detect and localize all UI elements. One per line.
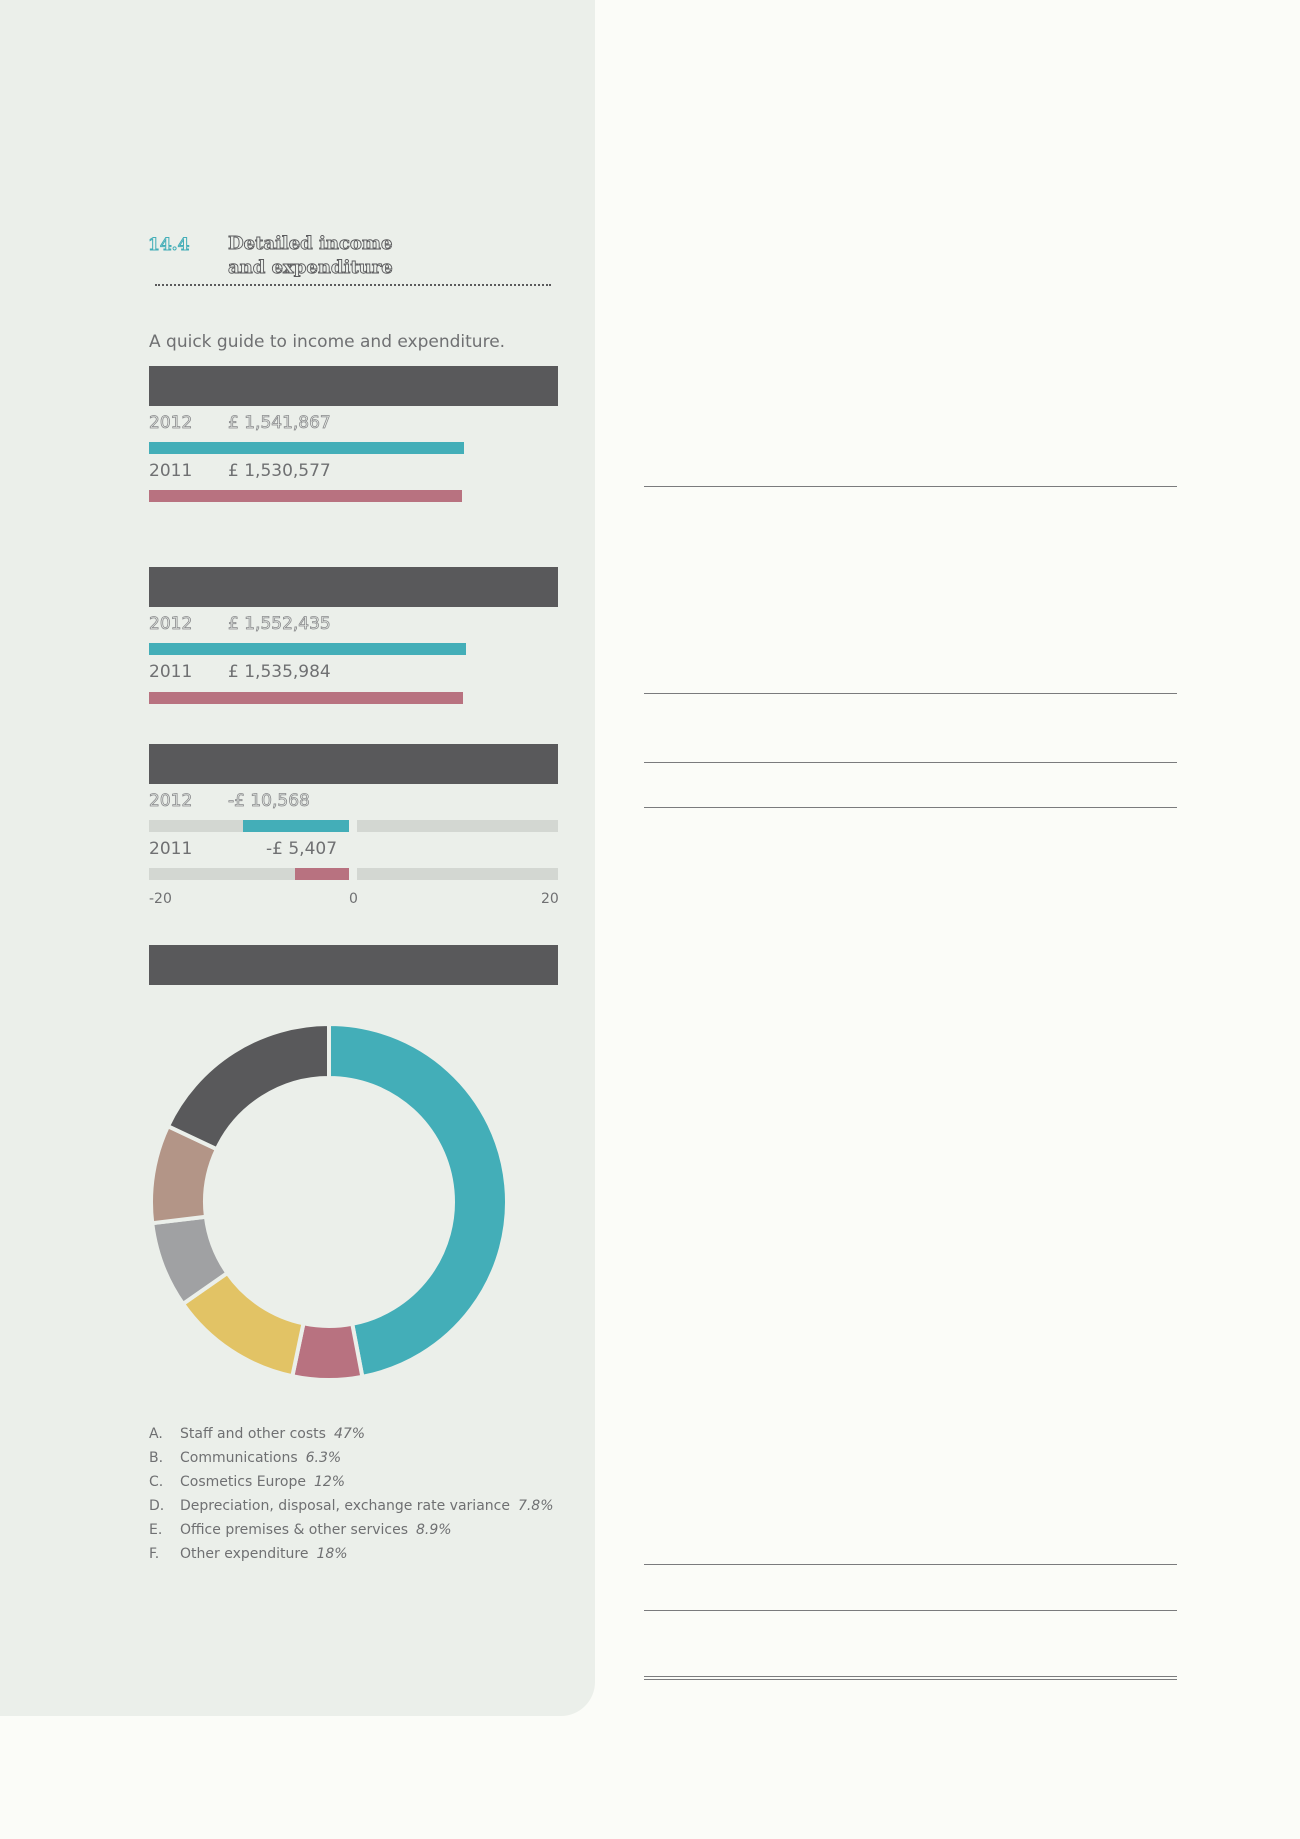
chart2-year-2011: 2011 bbox=[149, 662, 193, 682]
legend-percent: 8.9% bbox=[416, 1522, 452, 1538]
chart3-value-2011: -£ 5,407 bbox=[266, 839, 338, 859]
legend-label-text: Depreciation, disposal, exchange rate va… bbox=[180, 1498, 510, 1514]
legend-percent: 6.3% bbox=[305, 1450, 342, 1466]
chart3-bar-2011 bbox=[294, 868, 349, 880]
chart2-bar-2011 bbox=[149, 692, 463, 704]
rule-5 bbox=[644, 1564, 1177, 1565]
section-title-line1: Detailed income bbox=[228, 233, 393, 255]
legend-letter: D. bbox=[149, 1498, 165, 1514]
chart2-value-2011: £ 1,535,984 bbox=[228, 662, 331, 682]
legend-label-text: Communications bbox=[180, 1450, 298, 1466]
legend-letter: C. bbox=[149, 1474, 164, 1490]
rule-2 bbox=[644, 693, 1177, 694]
legend-label: Other expenditure 18% bbox=[180, 1546, 348, 1562]
legend-letter: E. bbox=[149, 1522, 163, 1538]
intro-text: A quick guide to income and expenditure. bbox=[149, 332, 506, 352]
rule-3 bbox=[644, 762, 1177, 763]
chart3-tick-zero: 0 bbox=[349, 891, 358, 907]
legend-label: Office premises & other services 8.9% bbox=[180, 1522, 452, 1538]
chart1-year-2012: 2012 bbox=[149, 413, 193, 434]
chart1-year-2011: 2011 bbox=[149, 461, 193, 481]
legend-percent: 7.8% bbox=[517, 1498, 554, 1514]
rule-4 bbox=[644, 807, 1177, 808]
chart2-header-bar bbox=[149, 567, 558, 607]
chart1-header-bar bbox=[149, 366, 558, 406]
chart3-bar-2012 bbox=[243, 820, 349, 832]
chart3-value-2012: -£ 10,568 bbox=[228, 791, 311, 812]
legend-letter: F. bbox=[149, 1546, 160, 1562]
rule-1 bbox=[644, 486, 1177, 487]
legend-letter: A. bbox=[149, 1426, 163, 1442]
chart3-tick-max: 20 bbox=[541, 891, 559, 907]
legend-label: Communications 6.3% bbox=[180, 1450, 341, 1466]
legend-label: Staff and other costs 47% bbox=[180, 1426, 365, 1442]
donut-slice bbox=[165, 1022, 331, 1152]
chart3-year-2012: 2012 bbox=[149, 791, 193, 812]
legend-label-text: Office premises & other services bbox=[180, 1522, 408, 1538]
dotted-divider bbox=[155, 284, 551, 286]
section-number: 14.4 bbox=[147, 235, 190, 256]
chart3-year-2011: 2011 bbox=[149, 839, 193, 859]
expenditure-donut-chart bbox=[149, 1022, 509, 1382]
legend-label: Cosmetics Europe 12% bbox=[180, 1474, 345, 1490]
legend-label: Depreciation, disposal, exchange rate va… bbox=[180, 1498, 554, 1514]
chart1-value-2011: £ 1,530,577 bbox=[228, 461, 331, 481]
chart1-bar-2012 bbox=[149, 442, 464, 454]
chart1-bar-2011 bbox=[149, 490, 462, 502]
legend-label-text: Staff and other costs bbox=[180, 1426, 326, 1442]
chart2-year-2012: 2012 bbox=[149, 614, 193, 635]
donut-slice bbox=[327, 1022, 509, 1380]
chart2-value-2012: £ 1,552,435 bbox=[228, 614, 332, 635]
rule-6 bbox=[644, 1610, 1177, 1611]
chart3-track-positive-2012 bbox=[357, 820, 558, 832]
legend-letter: B. bbox=[149, 1450, 164, 1466]
chart3-header-bar bbox=[149, 744, 558, 784]
legend-percent: 47% bbox=[333, 1426, 366, 1442]
chart2-bar-2012 bbox=[149, 643, 466, 655]
section-title: Detailed income and expenditure bbox=[228, 232, 394, 280]
legend-percent: 18% bbox=[316, 1546, 348, 1562]
rule-7-double bbox=[644, 1676, 1177, 1680]
chart3-track-positive-2011 bbox=[357, 868, 558, 880]
chart3-tick-min: -20 bbox=[149, 891, 172, 907]
section-title-line2: and expenditure bbox=[228, 257, 394, 279]
chart1-value-2012: £ 1,541,867 bbox=[228, 413, 332, 434]
chart4-header-bar bbox=[149, 945, 558, 985]
legend-label-text: Other expenditure bbox=[180, 1546, 309, 1562]
legend-percent: 12% bbox=[313, 1474, 346, 1490]
legend-label-text: Cosmetics Europe bbox=[180, 1474, 306, 1490]
